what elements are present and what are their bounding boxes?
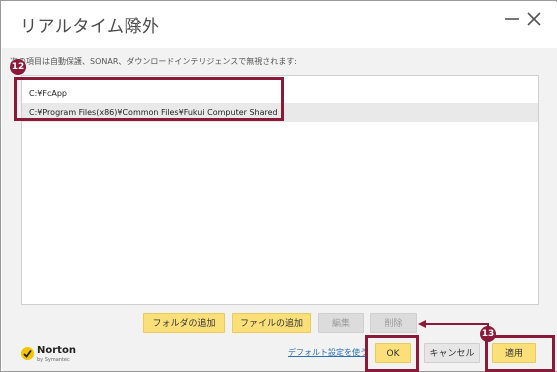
use-default-settings-link[interactable]: デフォルト設定を使う — [288, 347, 368, 358]
callout-box-apply — [485, 335, 555, 372]
norton-logo: Norton by Symantec — [20, 345, 80, 365]
dialog-body: 次の項目は自動保護、SONAR、ダウンロードインテリジェンスで無視されます: C… — [2, 48, 557, 372]
norton-logo-icon — [21, 347, 34, 360]
callout-box-list — [14, 77, 284, 121]
exclusion-description: 次の項目は自動保護、SONAR、ダウンロードインテリジェンスで無視されます: — [10, 57, 297, 66]
norton-sub: by Symantec — [37, 357, 70, 363]
callout-badge-13: 13 — [480, 326, 496, 342]
close-icon[interactable] — [525, 10, 543, 28]
delete-button[interactable]: 削除 — [370, 313, 417, 333]
cancel-button[interactable]: キャンセル — [424, 343, 480, 363]
callout-badge-12: 12 — [10, 59, 26, 75]
add-file-button[interactable]: ファイルの追加 — [232, 313, 311, 333]
window-title: リアルタイム除外 — [20, 17, 160, 37]
help-icon[interactable]: ? — [126, 18, 138, 30]
minimize-icon[interactable] — [503, 10, 521, 28]
dialog-window: リアルタイム除外 ? 次の項目は自動保護、SONAR、ダウンロードインテリジェン… — [0, 0, 557, 372]
norton-name: Norton — [37, 345, 76, 356]
add-folder-button[interactable]: フォルダの追加 — [143, 313, 225, 333]
callout-box-ok — [365, 335, 419, 372]
edit-button[interactable]: 編集 — [318, 313, 364, 333]
title-bar: リアルタイム除外 ? — [2, 2, 557, 48]
